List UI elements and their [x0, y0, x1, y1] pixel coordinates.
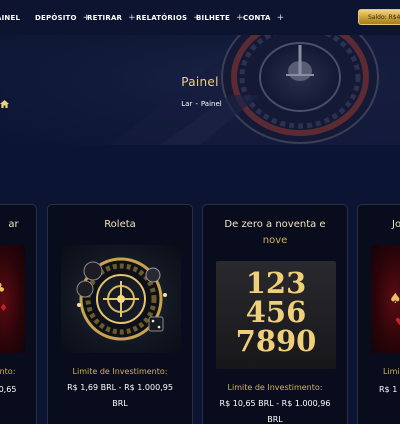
balance-button[interactable]: Saldo: R$49: [358, 9, 400, 25]
card-title: Roleta: [104, 219, 136, 230]
nav-label: RETIRAR: [87, 13, 123, 22]
limit-range-currency: BRL: [267, 415, 283, 424]
limit-label: Limi: [383, 367, 400, 376]
image-number-row: 456: [245, 295, 307, 329]
limit-range: 0,65: [0, 385, 17, 394]
game-card-zero-a-noventa-e-nove[interactable]: De zero a noventa e nove 123 456 7890 Li…: [202, 204, 348, 424]
limit-range-currency: BRL: [112, 399, 128, 408]
roulette-wheel-background: [110, 35, 400, 145]
roulette-thumbnail: [61, 245, 181, 353]
game-thumbnail: ♠ ♥: [371, 245, 400, 353]
card-title-line1: De zero a noventa e: [224, 219, 326, 230]
nav-label: AINEL: [0, 13, 21, 22]
top-navigation: AINEL DEPÓSITO+ RETIRAR+ RELATÓRIOS+ BIL…: [0, 0, 400, 35]
game-thumbnail: ♣ ♦: [0, 245, 25, 353]
card-title-line2: nove: [262, 235, 288, 246]
nav-item-conta[interactable]: CONTA +: [243, 13, 284, 23]
nav-item-retirar[interactable]: RETIRAR +: [87, 13, 136, 23]
limit-range: R$ 1: [379, 385, 398, 394]
nav-label: RELATÓRIOS: [136, 13, 188, 22]
limit-label: Limite de Investimento:: [72, 367, 168, 376]
game-card[interactable]: ar ♣ ♦ nto: 0,65: [0, 204, 37, 424]
plus-icon: +: [128, 12, 136, 23]
nav-label: DEPÓSITO: [35, 13, 77, 22]
numbers-thumbnail: 123 456 7890: [216, 261, 336, 369]
page-title: Painel: [181, 75, 219, 89]
nav-item-relatorios[interactable]: RELATÓRIOS +: [136, 13, 201, 23]
game-card[interactable]: Jo ♠ ♥ Limi R$ 1: [357, 204, 400, 424]
limit-label: nto:: [0, 367, 16, 376]
svg-text:♥: ♥: [395, 317, 400, 328]
image-number-row: 7890: [235, 324, 317, 358]
breadcrumb-home-link[interactable]: Lar: [181, 100, 192, 108]
nav-label: BILHETE: [196, 13, 230, 22]
nav-item-deposito[interactable]: DEPÓSITO +: [35, 13, 90, 23]
breadcrumb-separator: -: [195, 100, 198, 108]
nav-item-painel[interactable]: AINEL: [0, 14, 20, 22]
svg-text:♦: ♦: [0, 303, 8, 314]
plus-icon: +: [276, 12, 285, 23]
card-title: ar: [8, 219, 19, 230]
breadcrumb: Lar - Painel: [0, 100, 400, 108]
limit-label: Limite de Investimento:: [227, 383, 323, 392]
svg-text:♣: ♣: [0, 281, 6, 297]
svg-text:♠: ♠: [389, 291, 400, 307]
nav-item-bilhete[interactable]: BILHETE +: [196, 13, 244, 23]
image-number-row: 123: [245, 266, 307, 300]
breadcrumb-current: Painel: [200, 100, 222, 108]
game-card-roleta[interactable]: Roleta Limite de Investimento: R$ 1,69 B…: [47, 204, 193, 424]
nav-label: CONTA: [243, 13, 271, 22]
card-title: Jo: [392, 219, 400, 230]
hero-banner: Painel Lar - Painel: [0, 35, 400, 145]
limit-range-min-max: R$ 10,65 BRL - R$ 1.000,96: [219, 399, 331, 408]
limit-range-min-max: R$ 1,69 BRL - R$ 1.000,95: [67, 383, 173, 392]
